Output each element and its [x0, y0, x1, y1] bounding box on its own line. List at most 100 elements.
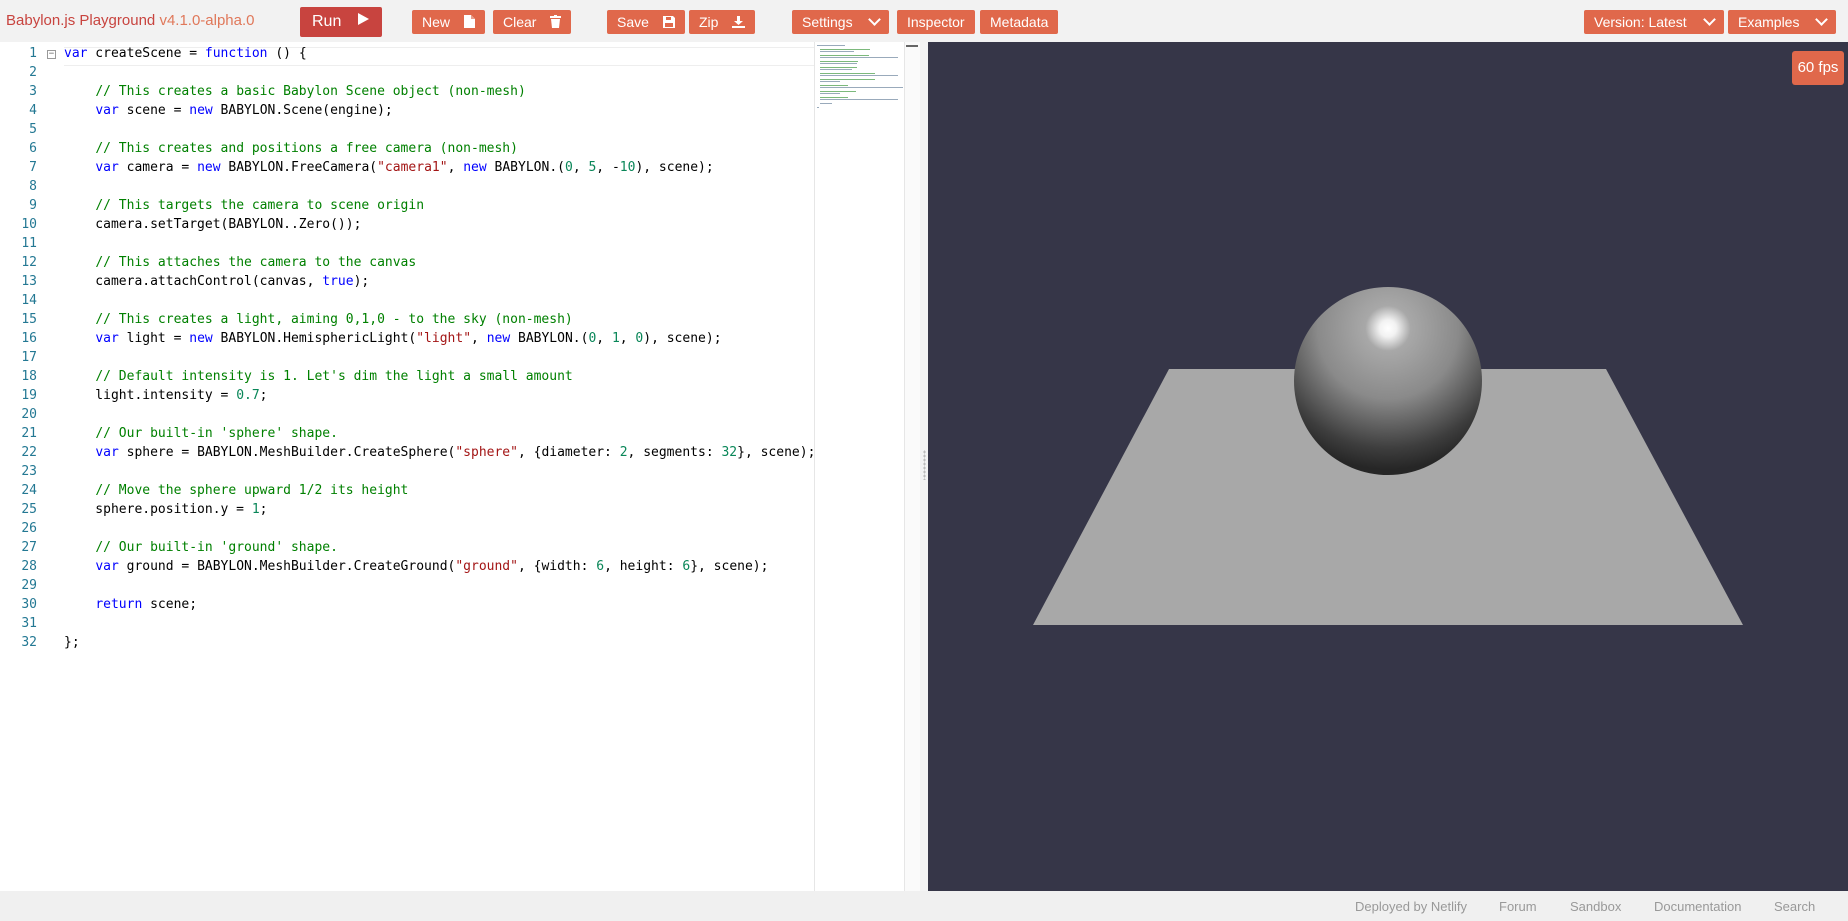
line-number-gutter: 1 2 3 4 5 6 7 8 9 10 11 12 13 14 15 16 17 18 19 20 21 22 23 24 2…: [0, 42, 50, 891]
settings-label: Settings: [802, 14, 853, 30]
code-line[interactable]: return scene;: [64, 597, 197, 612]
line-number: 11: [21, 236, 37, 251]
chevron-down-icon: [1815, 13, 1829, 26]
metadata-button[interactable]: Metadata: [980, 10, 1059, 34]
code-line[interactable]: var sphere = BABYLON.MeshBuilder.CreateS…: [64, 445, 814, 460]
minimap-line: [820, 103, 832, 104]
line-number: 17: [21, 350, 37, 365]
inspector-button[interactable]: Inspector: [897, 10, 975, 34]
line-number: 32: [21, 635, 37, 650]
line-number: 5: [29, 122, 37, 137]
line-number: 20: [21, 407, 37, 422]
save-button[interactable]: Save: [607, 10, 685, 34]
minimap-line: [820, 93, 840, 94]
version-label: Version: Latest: [1594, 14, 1687, 30]
line-number: 13: [21, 274, 37, 289]
line-number: 7: [29, 160, 37, 175]
scrollbar-thumb[interactable]: [906, 45, 918, 47]
code-line[interactable]: // This creates and positions a free cam…: [64, 141, 518, 156]
line-number: 12: [21, 255, 37, 270]
line-number: 29: [21, 578, 37, 593]
minimap-line: [820, 99, 898, 100]
code-text-area[interactable]: var createScene = function () { // This …: [64, 42, 814, 891]
code-editor[interactable]: 1 2 3 4 5 6 7 8 9 10 11 12 13 14 15 16 17 18 19 20 21 22 23 24 2…: [0, 42, 928, 891]
save-button-label: Save: [617, 14, 649, 30]
line-number: 10: [21, 217, 37, 232]
line-number: 14: [21, 293, 37, 308]
code-line[interactable]: var scene = new BABYLON.Scene(engine);: [64, 103, 392, 118]
editor-minimap[interactable]: [814, 42, 905, 891]
version-dropdown[interactable]: Version: Latest: [1584, 10, 1724, 34]
sphere-mesh: [1294, 287, 1482, 475]
footer-link-search[interactable]: Search: [1774, 899, 1815, 914]
line-number: 26: [21, 521, 37, 536]
minimap-line: [820, 69, 852, 70]
line-number: 22: [21, 445, 37, 460]
inspector-label: Inspector: [907, 14, 965, 30]
code-line[interactable]: var ground = BABYLON.MeshBuilder.CreateG…: [64, 559, 768, 574]
code-line[interactable]: // Our built-in 'sphere' shape.: [64, 426, 338, 441]
minimap-line: [820, 87, 903, 88]
new-button-label: New: [422, 14, 451, 30]
line-number: 23: [21, 464, 37, 479]
zip-button[interactable]: Zip: [689, 10, 756, 34]
code-line[interactable]: // Move the sphere upward 1/2 its height: [64, 483, 408, 498]
footer-link-documentation[interactable]: Documentation: [1654, 899, 1741, 914]
code-line[interactable]: // This targets the camera to scene orig…: [64, 198, 424, 213]
minimap-line: [820, 63, 858, 64]
editor-scrollbar[interactable]: [904, 42, 921, 891]
line-number: 2: [29, 65, 37, 80]
line-number: 16: [21, 331, 37, 346]
code-line[interactable]: sphere.position.y = 1;: [64, 502, 267, 517]
footer-link-netlify[interactable]: Deployed by Netlify: [1355, 899, 1467, 914]
minimap-line: [820, 55, 869, 56]
app-name: Babylon.js Playground: [6, 12, 156, 29]
top-toolbar: Babylon.js Playground v4.1.0-alpha.0 Run…: [0, 0, 1848, 43]
line-number: 19: [21, 388, 37, 403]
line-number: 3: [29, 84, 37, 99]
minimap-line: [820, 49, 870, 50]
minimap-line: [817, 45, 845, 46]
code-line[interactable]: var createScene = function () {: [64, 46, 307, 61]
run-button-label: Run: [312, 13, 342, 31]
fold-toggle-icon[interactable]: −: [47, 50, 56, 59]
line-number: 8: [29, 179, 37, 194]
footer-link-sandbox[interactable]: Sandbox: [1570, 899, 1621, 914]
new-button[interactable]: New: [412, 10, 485, 34]
fps-counter: 60 fps: [1792, 51, 1844, 85]
render-canvas[interactable]: 60 fps: [928, 42, 1848, 891]
code-line[interactable]: // This creates a basic Babylon Scene ob…: [64, 84, 525, 99]
code-line[interactable]: // Default intensity is 1. Let's dim the…: [64, 369, 572, 384]
line-number: 9: [29, 198, 37, 213]
examples-dropdown[interactable]: Examples: [1728, 10, 1837, 34]
settings-dropdown[interactable]: Settings: [792, 10, 890, 34]
run-button[interactable]: Run: [300, 7, 382, 37]
code-line[interactable]: // This creates a light, aiming 0,1,0 - …: [64, 312, 572, 327]
line-number: 1: [29, 46, 37, 61]
minimap-line: [820, 75, 899, 76]
code-line[interactable]: // This attaches the camera to the canva…: [64, 255, 416, 270]
minimap-line: [820, 57, 898, 58]
zip-button-label: Zip: [699, 14, 719, 30]
minimap-line: [817, 107, 819, 108]
minimap-line: [820, 85, 849, 86]
clear-button[interactable]: Clear: [493, 10, 572, 34]
code-line[interactable]: var camera = new BABYLON.FreeCamera("cam…: [64, 160, 713, 175]
line-number: 6: [29, 141, 37, 156]
code-line[interactable]: light.intensity = 0.7;: [64, 388, 267, 403]
footer-link-forum[interactable]: Forum: [1499, 899, 1537, 914]
splitter-grip-icon[interactable]: [923, 450, 926, 480]
app-title: Babylon.js Playground v4.1.0-alpha.0: [6, 12, 255, 29]
code-line[interactable]: camera.attachControl(canvas, true);: [64, 274, 369, 289]
footer: Deployed by Netlify Forum Sandbox Docume…: [0, 891, 1848, 921]
minimap-line: [820, 81, 840, 82]
code-line[interactable]: // Our built-in 'ground' shape.: [64, 540, 338, 555]
code-line[interactable]: camera.setTarget(BABYLON..Zero());: [64, 217, 361, 232]
code-line[interactable]: var light = new BABYLON.HemisphericLight…: [64, 331, 721, 346]
minimap-line: [820, 51, 855, 52]
line-number: 18: [21, 369, 37, 384]
line-number: 28: [21, 559, 37, 574]
line-number: 21: [21, 426, 37, 441]
metadata-label: Metadata: [990, 14, 1049, 30]
code-line[interactable]: };: [64, 635, 80, 650]
